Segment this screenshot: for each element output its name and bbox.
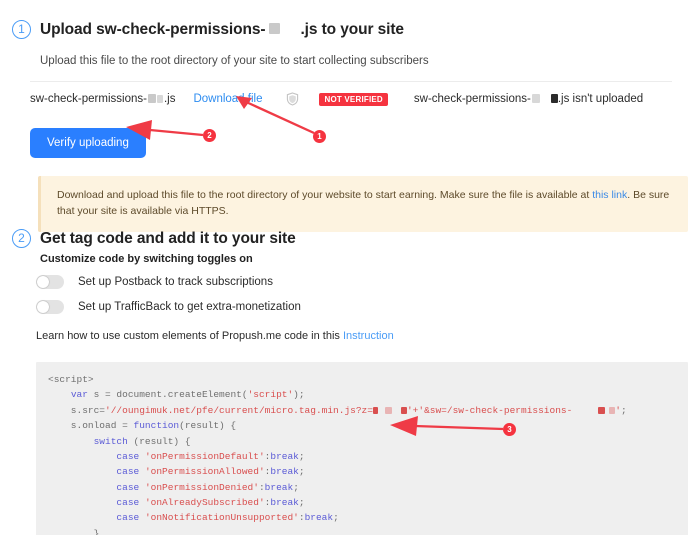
postback-toggle-knob	[37, 276, 49, 288]
not-verified-badge: NOT VERIFIED	[319, 92, 388, 106]
instruction-link[interactable]: Instruction	[343, 330, 394, 342]
notice-text-1: Download and upload this file to the roo…	[57, 189, 593, 201]
step-1-title-suffix: .js to your site	[300, 20, 404, 38]
trafficback-toggle-label: Set up TrafficBack to get extra-monetiza…	[78, 301, 301, 313]
annotation-badge-3: 3	[503, 423, 516, 436]
code-case-3: case 'onAlreadySubscribed':break;	[116, 497, 305, 508]
verify-uploading-button[interactable]: Verify uploading	[30, 128, 146, 158]
code-switch-line: switch (result) {	[93, 435, 191, 447]
code-case-4: case 'onNotificationUnsupported':break;	[116, 512, 339, 524]
step-1-number: 1	[12, 20, 31, 39]
code-var-line: var s = document.createElement('script')…	[70, 389, 305, 401]
code-case-2: case 'onPermissionDenied':break;	[116, 481, 299, 493]
learn-instruction-line: Learn how to use custom elements of Prop…	[36, 330, 394, 342]
step-1-title-prefix: Upload sw-check-permissions-	[40, 20, 266, 38]
redacted-id-status-2	[550, 94, 558, 104]
redacted-id-file	[147, 94, 156, 104]
code-case-0: case 'onPermissionDefault':break;	[116, 450, 305, 462]
section-divider	[30, 81, 672, 82]
upload-notice-box: Download and upload this file to the roo…	[38, 176, 688, 232]
code-close-switch: }	[48, 527, 100, 535]
step-2-title: Get tag code and add it to your site	[40, 229, 296, 247]
not-uploaded-status: sw-check-permissions- .js isn't uploaded	[414, 93, 643, 105]
step-2-subtitle: Customize code by switching toggles on	[40, 253, 253, 265]
step-1-subtitle: Upload this file to the root directory o…	[40, 55, 429, 67]
trafficback-toggle-knob	[37, 301, 49, 313]
not-uploaded-suffix: .js isn't uploaded	[557, 93, 644, 105]
annotation-badge-1: 1	[313, 130, 326, 143]
step-2-header: 2 Get tag code and add it to your site	[12, 229, 296, 248]
toggle-row-postback: Set up Postback to track subscriptions	[36, 275, 273, 289]
learn-text: Learn how to use custom elements of Prop…	[36, 330, 343, 342]
upload-tag-setup-page: 1 Upload sw-check-permissions- .js to yo…	[0, 0, 700, 535]
not-uploaded-prefix: sw-check-permissions-	[413, 93, 531, 105]
step-2-number: 2	[12, 229, 31, 248]
redacted-id-file-2	[156, 94, 163, 103]
redacted-id-title	[269, 22, 281, 34]
postback-toggle-label: Set up Postback to track subscriptions	[78, 276, 273, 288]
file-ext-text: .js	[163, 93, 176, 105]
file-name-label: sw-check-permissions- .js	[30, 93, 175, 105]
toggle-row-trafficback: Set up TrafficBack to get extra-monetiza…	[36, 300, 301, 314]
file-name-text: sw-check-permissions-	[30, 93, 147, 105]
code-onload-line: s.onload = function(result) {	[48, 420, 237, 432]
uploaded-file-row: sw-check-permissions- .js Download file N…	[30, 92, 643, 106]
annotation-badge-2: 2	[203, 129, 216, 142]
step-1-title: Upload sw-check-permissions- .js to your…	[40, 21, 404, 39]
tag-code-block[interactable]: <script> var s = document.createElement(…	[36, 362, 688, 535]
step-1-header: 1 Upload sw-check-permissions- .js to yo…	[12, 20, 404, 39]
code-case-1: case 'onPermissionAllowed':break;	[116, 466, 305, 478]
code-src-line: s.src='//oungimuk.net/pfe/current/micro.…	[48, 404, 627, 416]
notice-this-link[interactable]: this link	[592, 189, 627, 201]
postback-toggle[interactable]	[36, 275, 64, 289]
trafficback-toggle[interactable]	[36, 300, 64, 314]
download-file-link[interactable]: Download file	[193, 93, 262, 105]
code-script-open: <script>	[48, 374, 94, 385]
redacted-id-status	[531, 94, 540, 104]
shield-icon	[286, 92, 299, 106]
